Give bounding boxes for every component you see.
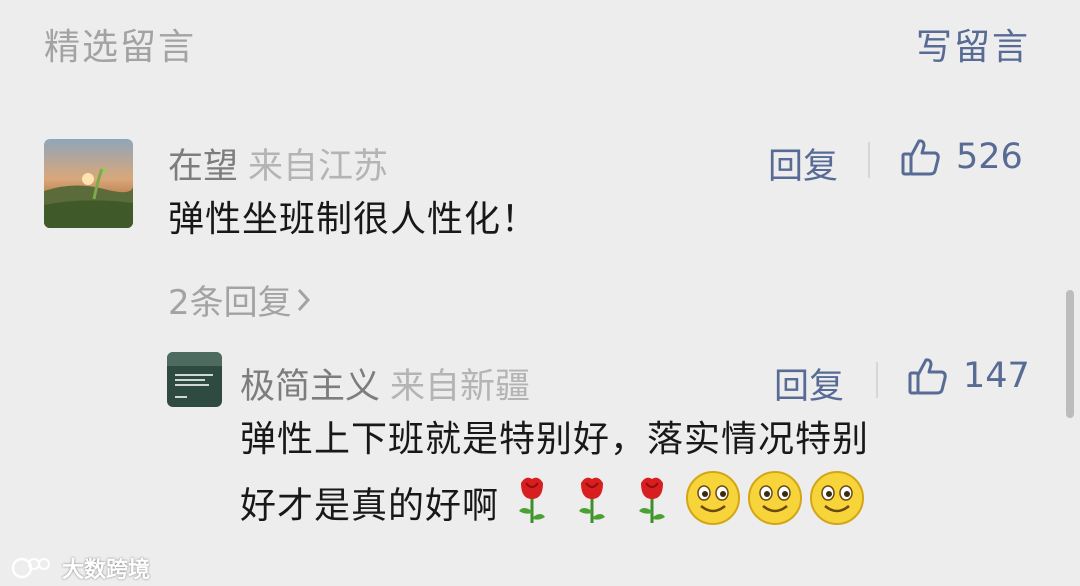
- like-count: 147: [963, 356, 1030, 396]
- more-replies-link[interactable]: 2条回复: [168, 275, 312, 324]
- more-replies-label: 2条回复: [168, 283, 292, 323]
- author-name: 极简主义: [240, 367, 381, 407]
- avatar[interactable]: [167, 352, 222, 407]
- reply-button[interactable]: 回复: [774, 358, 844, 409]
- reply-button[interactable]: 回复: [768, 138, 838, 189]
- like-count: 526: [956, 137, 1023, 177]
- write-comment-button[interactable]: 写留言: [916, 18, 1030, 70]
- watermark-text: 大数跨境: [62, 558, 151, 583]
- like-button[interactable]: 526: [900, 136, 1023, 178]
- thumbs-up-icon: [908, 358, 947, 395]
- watermark-logo-icon: [11, 557, 50, 579]
- smile-icon: [809, 470, 865, 545]
- reply-text-line: 好才是真的好啊: [240, 470, 869, 545]
- divider: [868, 142, 870, 178]
- reply-text: 弹性上下班就是特别好，落实情况特别 好才是真的好啊: [240, 410, 869, 545]
- rose-icon: [565, 471, 619, 544]
- divider: [876, 362, 878, 398]
- reply-text-line-content: 好才是真的好啊: [240, 485, 500, 527]
- smile-icon: [747, 470, 803, 545]
- chevron-right-icon: [297, 288, 310, 311]
- watermark: 大数跨境: [10, 552, 150, 584]
- rose-icon: [505, 471, 559, 544]
- like-button[interactable]: 147: [907, 355, 1030, 397]
- thumbs-up-icon: [901, 139, 940, 176]
- smile-icon: [685, 470, 741, 545]
- avatar[interactable]: [44, 139, 133, 228]
- section-title: 精选留言: [44, 27, 197, 68]
- comment-author: 在望 来自江苏: [168, 138, 388, 189]
- rose-icon: [625, 471, 679, 544]
- reply-author: 极简主义 来自新疆: [240, 358, 530, 409]
- author-name: 在望: [168, 147, 239, 187]
- scrollbar[interactable]: [1066, 290, 1074, 418]
- reply-text-line: 弹性上下班就是特别好，落实情况特别: [240, 419, 870, 460]
- author-location: 来自新疆: [390, 367, 531, 407]
- comment-text: 弹性坐班制很人性化！: [168, 199, 539, 240]
- author-location: 来自江苏: [248, 147, 389, 187]
